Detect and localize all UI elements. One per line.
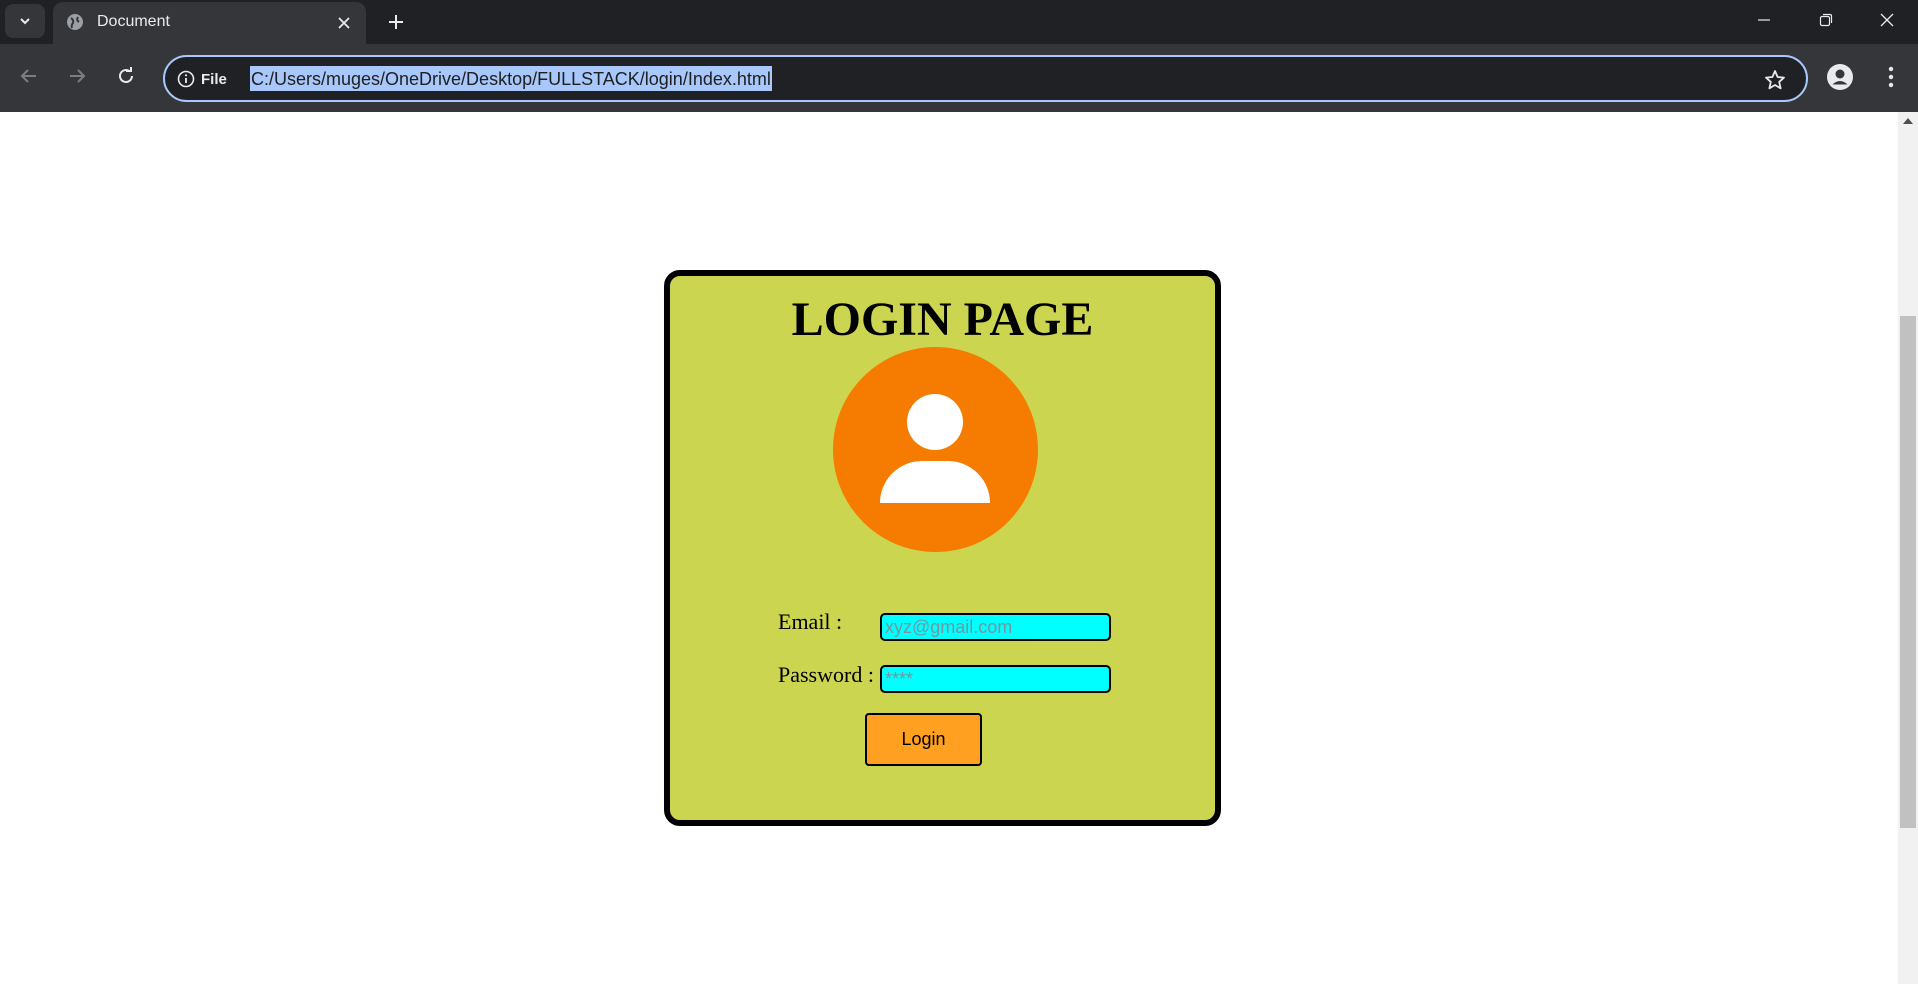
close-tab-button[interactable] <box>332 11 356 35</box>
forward-button[interactable] <box>59 58 95 94</box>
site-info-chip[interactable]: File <box>177 67 227 91</box>
login-button[interactable]: Login <box>865 713 982 766</box>
user-avatar-icon <box>833 347 1038 552</box>
tab-strip: Document <box>0 0 1918 44</box>
password-label: Password : <box>778 662 874 687</box>
avatar-body <box>880 461 990 503</box>
email-field[interactable] <box>880 613 1111 641</box>
close-window-button[interactable] <box>1856 0 1918 40</box>
site-info-label: File <box>201 70 227 88</box>
close-icon <box>338 17 350 29</box>
new-tab-button[interactable] <box>382 8 410 36</box>
scroll-up-arrow-icon[interactable] <box>1903 118 1913 124</box>
close-icon <box>1880 13 1894 27</box>
restore-icon <box>1819 13 1833 27</box>
chevron-down-icon <box>20 18 30 25</box>
profile-button[interactable] <box>1824 61 1856 93</box>
browser-toolbar: File C:/Users/muges/OneDrive/Desktop/FUL… <box>0 44 1918 112</box>
avatar-head <box>907 394 963 450</box>
minimize-icon <box>1758 19 1770 21</box>
bookmark-button[interactable] <box>1762 67 1788 93</box>
more-icon <box>1888 66 1894 88</box>
active-tab[interactable]: Document <box>53 2 366 44</box>
tab-title: Document <box>97 13 170 30</box>
globe-icon <box>67 14 83 30</box>
back-button[interactable] <box>11 58 47 94</box>
reload-icon <box>119 67 133 83</box>
scroll-thumb[interactable] <box>1900 316 1916 828</box>
password-field[interactable] <box>880 665 1111 693</box>
vertical-scrollbar[interactable] <box>1898 112 1918 984</box>
browser-menu-button[interactable] <box>1875 61 1907 93</box>
login-card: LOGIN PAGE Email : Password : Login <box>664 270 1221 826</box>
url-text[interactable]: C:/Users/muges/OneDrive/Desktop/FULLSTAC… <box>250 66 772 91</box>
restore-button[interactable] <box>1795 0 1857 40</box>
profile-icon <box>1827 64 1853 90</box>
plus-icon <box>389 15 403 29</box>
back-icon <box>20 69 36 83</box>
tab-search-button[interactable] <box>5 4 45 38</box>
reload-button[interactable] <box>108 58 144 94</box>
minimize-button[interactable] <box>1733 0 1795 40</box>
forward-icon <box>70 69 86 83</box>
info-icon <box>177 70 195 88</box>
star-icon <box>1765 70 1785 90</box>
address-bar[interactable]: File C:/Users/muges/OneDrive/Desktop/FUL… <box>163 55 1808 102</box>
page-title: LOGIN PAGE <box>791 293 1094 346</box>
email-label: Email : <box>778 609 843 634</box>
